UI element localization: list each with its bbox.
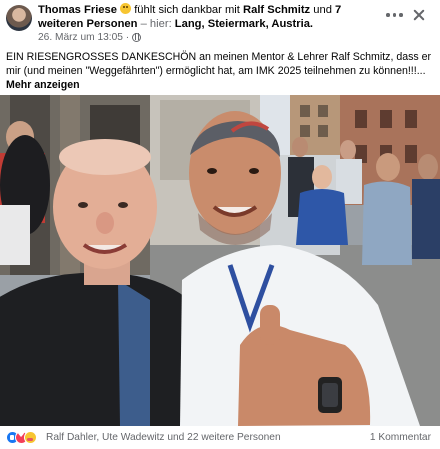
author-name[interactable]: Thomas Friese: [38, 4, 117, 16]
location-prefix: – hier:: [140, 18, 172, 30]
close-icon[interactable]: [412, 8, 426, 22]
post-meta: 26. März um 13:05 ·: [38, 32, 142, 43]
author-avatar[interactable]: [6, 5, 32, 31]
post-photo[interactable]: [0, 95, 440, 426]
feeling-text: fühlt sich dankbar mit: [134, 4, 240, 16]
post-text: EIN RIESENGROSSES DANKESCHÖN an meinen M…: [6, 51, 432, 77]
reaction-names[interactable]: Ralf Dahler, Ute Wadewitz und 22 weitere…: [46, 432, 281, 443]
location-link[interactable]: Lang, Steiermark, Austria.: [175, 18, 313, 30]
post-footer: Ralf Dahler, Ute Wadewitz und 22 weitere…: [0, 427, 440, 449]
post-body: EIN RIESENGROSSES DANKESCHÖN an meinen M…: [6, 50, 436, 92]
more-options-icon[interactable]: [386, 8, 406, 22]
grateful-emoji-icon: [120, 3, 132, 14]
comment-count[interactable]: 1 Kommentar: [370, 432, 431, 443]
reaction-icons[interactable]: [6, 430, 37, 444]
post-header-text: Thomas Friese fühlt sich dankbar mit Ral…: [38, 3, 378, 31]
post-timestamp[interactable]: 26. März um 13:05 ·: [38, 32, 129, 43]
globe-icon: [132, 33, 142, 42]
post-header: Thomas Friese fühlt sich dankbar mit Ral…: [0, 0, 440, 46]
and-text: und: [313, 4, 332, 16]
care-icon: [24, 431, 37, 444]
tagged-person[interactable]: Ralf Schmitz: [243, 4, 310, 16]
facebook-post: Thomas Friese fühlt sich dankbar mit Ral…: [0, 0, 440, 449]
see-more-link[interactable]: Mehr anzeigen: [6, 79, 80, 91]
